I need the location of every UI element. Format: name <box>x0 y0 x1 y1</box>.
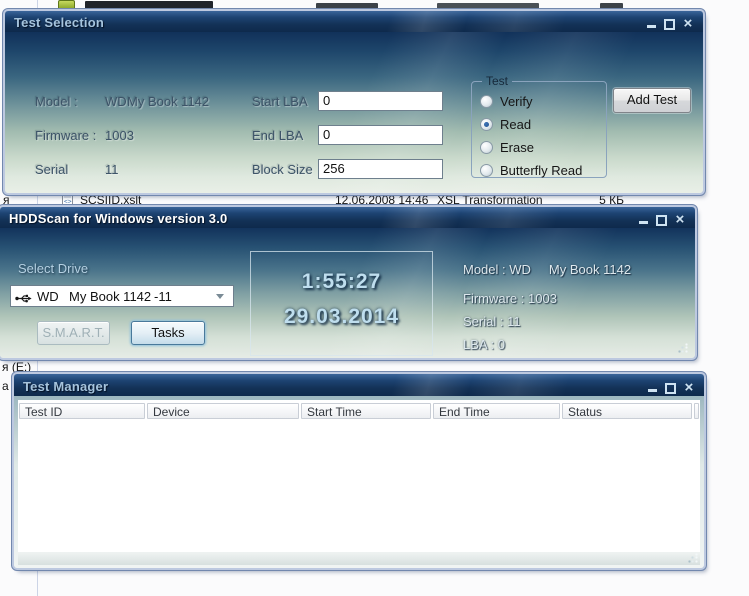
model-label: Model : <box>35 94 78 109</box>
column-end-time[interactable]: End Time <box>433 403 560 419</box>
serial-label: Serial <box>35 162 69 177</box>
info-firmware: Firmware : 1003 <box>463 291 557 306</box>
clipped-file-size <box>600 3 623 9</box>
hddscan-main-window: HDDScan for Windows version 3.0 Select D… <box>0 207 695 358</box>
hddscan-titlebar[interactable]: HDDScan for Windows version 3.0 <box>0 207 695 228</box>
window-title: Test Manager <box>23 379 109 394</box>
test-manager-window: Test Manager Test ID Device Start Time E… <box>14 374 704 568</box>
model-vendor-value: WD <box>105 94 127 109</box>
svg-text:<>: <> <box>64 199 72 206</box>
test-manager-statusbar <box>18 553 700 565</box>
usb-icon <box>15 291 33 309</box>
clipped-file-type <box>437 3 539 9</box>
end-lba-label: End LBA <box>252 128 304 143</box>
test-selection-titlebar[interactable]: Test Selection <box>5 11 703 32</box>
minimize-icon[interactable] <box>639 221 649 224</box>
add-test-button[interactable]: Add Test <box>613 88 691 113</box>
info-serial: Serial : 11 <box>463 314 521 329</box>
file-type: XSL Transformation <box>437 193 543 207</box>
serial-value: 11 <box>105 162 119 177</box>
tasks-button[interactable]: Tasks <box>131 321 205 345</box>
firmware-label: Firmware : <box>35 128 97 143</box>
window-title: Test Selection <box>14 15 104 30</box>
radio-circle-icon[interactable] <box>480 164 493 177</box>
test-type-group: Test Verify Read Erase Butterfly Read <box>471 74 607 178</box>
explorer-file-row[interactable]: <> SCSIID.xslt 12.06.2008 14:46 XSL Tran… <box>0 192 710 207</box>
radio-circle-icon[interactable] <box>480 141 493 154</box>
window-title: HDDScan for Windows version 3.0 <box>9 211 228 226</box>
drive-suffix: -11 <box>154 289 172 304</box>
file-name: SCSIID.xslt <box>80 193 142 207</box>
test-manager-titlebar[interactable]: Test Manager <box>14 374 704 396</box>
firmware-value: 1003 <box>105 128 134 143</box>
clock-panel: 1:55:27 29.03.2014 <box>250 251 433 356</box>
start-lba-label: Start LBA <box>252 94 308 109</box>
radio-selected-icon[interactable] <box>480 118 493 131</box>
info-model: Model : WD My Book 1142 <box>463 262 632 277</box>
block-size-label: Block Size <box>252 162 313 177</box>
clock-date: 29.03.2014 <box>283 305 400 328</box>
resize-grip[interactable] <box>687 552 699 564</box>
close-icon[interactable] <box>675 213 684 226</box>
clipped-file-name <box>85 1 213 9</box>
test-selection-window: Test Selection Model : WD My Book 1142 F… <box>5 11 703 193</box>
resize-grip[interactable] <box>677 342 689 354</box>
select-drive-label: Select Drive <box>18 261 89 276</box>
radio-circle-icon[interactable] <box>480 95 493 108</box>
info-lba: LBA : 0 <box>463 337 505 352</box>
drive-model: My Book 1142 <box>69 289 152 304</box>
block-size-input[interactable]: 256 <box>318 159 443 179</box>
test-group-legend: Test <box>486 74 509 88</box>
clock-time: 1:55:27 <box>301 270 382 293</box>
column-device[interactable]: Device <box>147 403 299 419</box>
column-test-id[interactable]: Test ID <box>19 403 145 419</box>
explorer-text-fragment-low: a <box>2 379 9 393</box>
maximize-icon[interactable] <box>665 383 677 394</box>
test-list[interactable]: Test ID Device Start Time End Time Statu… <box>18 400 700 552</box>
maximize-icon[interactable] <box>656 215 668 226</box>
drive-select-dropdown[interactable]: WD My Book 1142 -11 <box>10 285 234 307</box>
clipped-file-icon <box>58 0 75 10</box>
model-name-value: My Book 1142 <box>127 94 210 109</box>
file-size: 5 КБ <box>599 193 624 207</box>
minimize-icon[interactable] <box>647 25 657 28</box>
start-lba-input[interactable]: 0 <box>318 91 443 111</box>
test-manager-body: Test ID Device Start Time End Time Statu… <box>14 396 704 568</box>
radio-verify[interactable]: Verify <box>480 90 606 113</box>
radio-erase[interactable]: Erase <box>480 136 606 159</box>
drive-vendor: WD <box>37 289 59 304</box>
smart-button[interactable]: S.M.A.R.T. <box>37 321 110 345</box>
maximize-icon[interactable] <box>664 19 676 30</box>
drive-label-fragment: я (Е:) <box>2 360 32 374</box>
close-icon[interactable] <box>684 381 693 394</box>
column-start-time[interactable]: Start Time <box>301 403 431 419</box>
radio-read[interactable]: Read <box>480 113 606 136</box>
column-stub <box>694 403 699 419</box>
test-list-header: Test ID Device Start Time End Time Statu… <box>19 403 699 419</box>
desktop: я <> SCSIID.xslt 12.06.2008 14:46 XSL Tr… <box>0 0 749 596</box>
close-icon[interactable] <box>683 17 692 30</box>
end-lba-input[interactable]: 0 <box>318 125 443 145</box>
minimize-icon[interactable] <box>648 389 658 392</box>
test-selection-body: Model : WD My Book 1142 Firmware : 1003 … <box>5 32 703 193</box>
file-date: 12.06.2008 14:46 <box>335 193 429 207</box>
column-status[interactable]: Status <box>562 403 692 419</box>
chevron-down-icon[interactable] <box>216 294 224 299</box>
hddscan-body: Select Drive WD My Book 1142 -11 S.M.A.R… <box>0 228 695 358</box>
clipped-file-date <box>316 3 378 9</box>
radio-butterfly-read[interactable]: Butterfly Read <box>480 159 606 182</box>
